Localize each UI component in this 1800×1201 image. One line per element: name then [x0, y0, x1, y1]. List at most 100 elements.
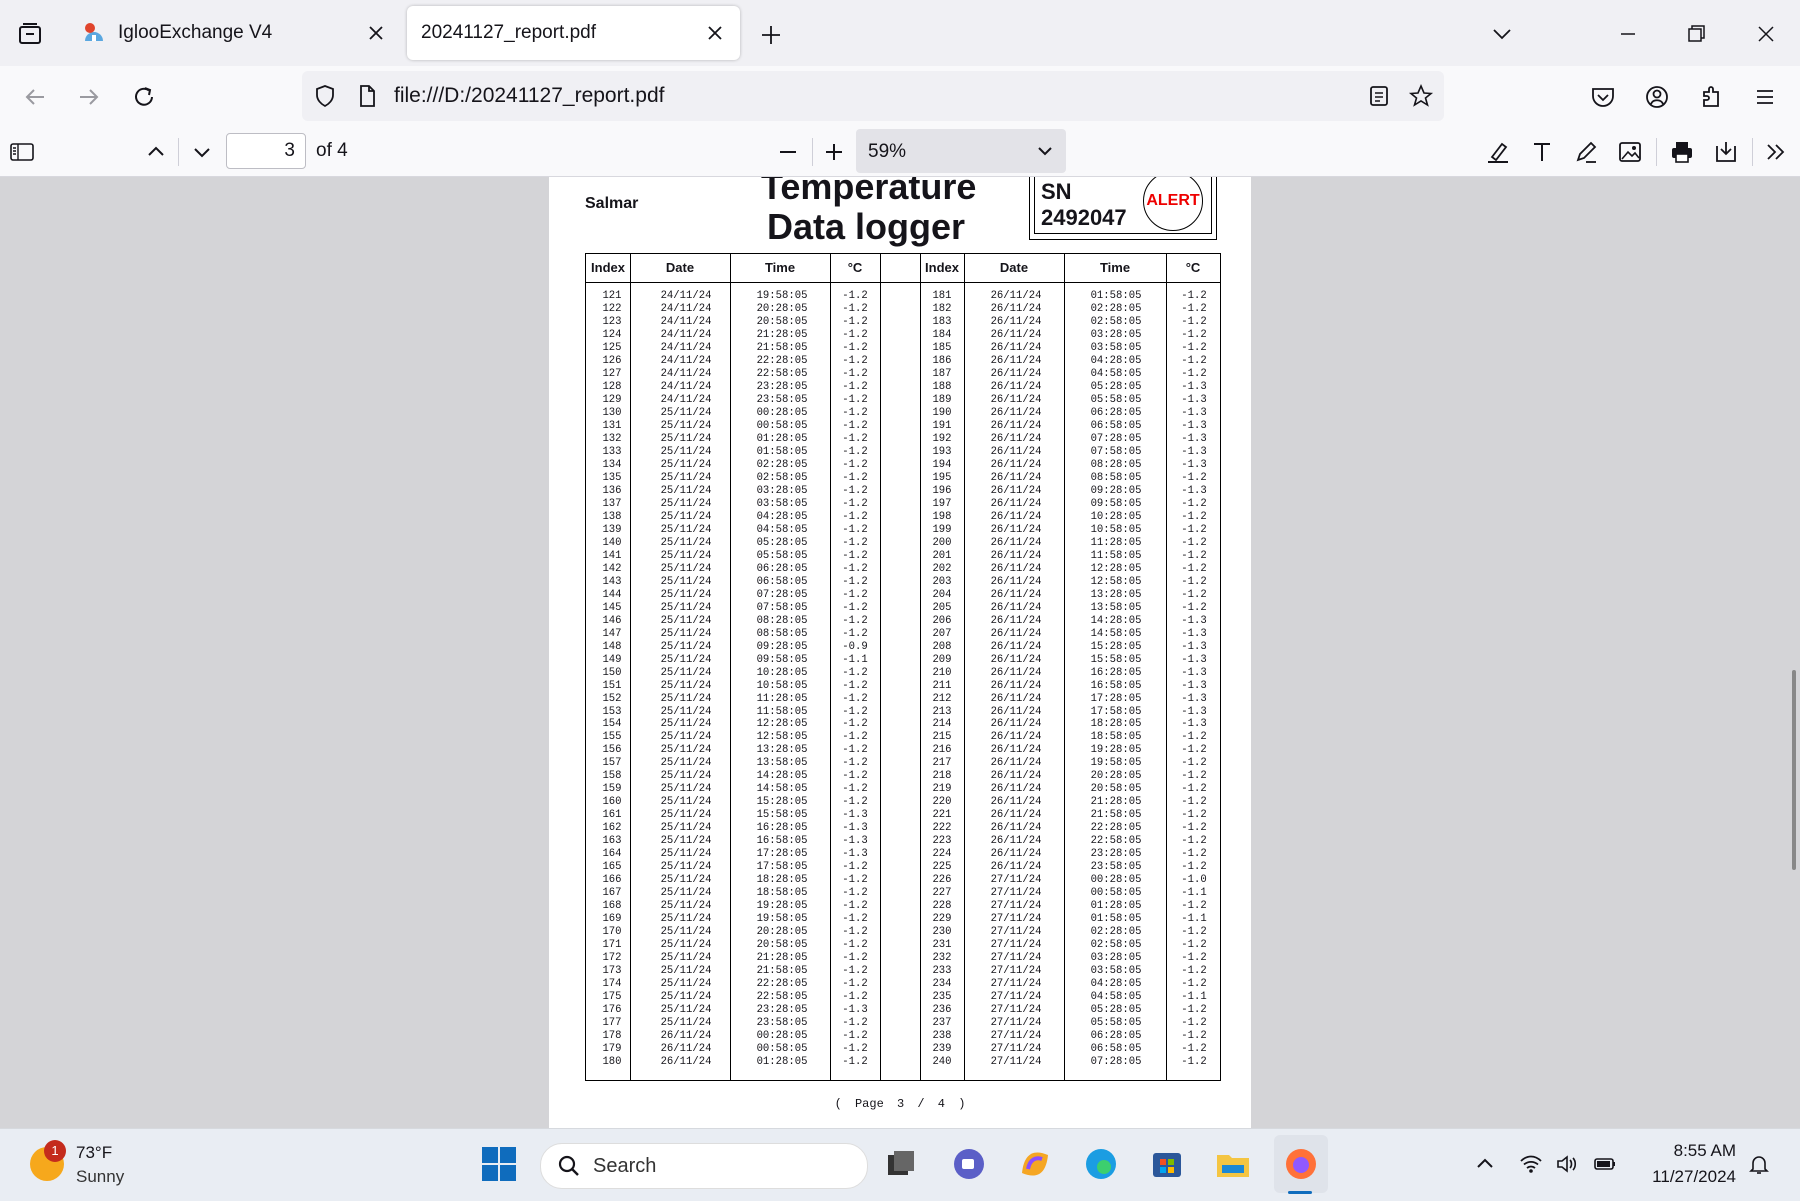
- file-explorer-icon[interactable]: [1212, 1143, 1254, 1185]
- minimize-icon[interactable]: [1612, 18, 1644, 50]
- list-all-tabs-icon[interactable]: [1486, 18, 1518, 50]
- serial-number-inner-box: SN 2492047 ALERT: [1034, 177, 1212, 234]
- draw-icon[interactable]: [1572, 138, 1600, 166]
- report-title: Temperature Data logger: [761, 177, 977, 247]
- col-index-right: 181 182 183 184 185 186 187 188 189 190 …: [932, 290, 952, 1069]
- header-date: Date: [665, 260, 695, 275]
- close-tab-icon[interactable]: [704, 22, 726, 44]
- column-divider: [964, 254, 965, 1080]
- col-index-left: 121 122 123 124 125 126 127 128 129 130 …: [602, 290, 622, 1069]
- close-tab-icon[interactable]: [365, 22, 387, 44]
- chevron-down-icon: [1038, 147, 1052, 156]
- header-celsius: °C: [1185, 260, 1201, 275]
- column-divider: [1166, 254, 1167, 1080]
- battery-icon[interactable]: [1592, 1151, 1618, 1177]
- col-time-left: 19:58:05 20:28:05 20:58:05 21:28:05 21:5…: [756, 290, 808, 1069]
- image-icon[interactable]: [1616, 138, 1644, 166]
- col-date-right: 26/11/24 26/11/24 26/11/24 26/11/24 26/1…: [990, 290, 1042, 1069]
- new-tab-icon[interactable]: [756, 20, 786, 50]
- igloo-favicon-icon: [85, 23, 103, 41]
- data-table: Index Date Time °C Index Date Time °C 12…: [585, 253, 1221, 1081]
- page-number-input[interactable]: 3: [226, 133, 306, 169]
- zoom-out-icon[interactable]: [774, 138, 802, 166]
- toolbar-divider: [178, 138, 179, 166]
- taskbar: 1 73°F Sunny Search 8:55 AM 11/27/2024: [0, 1128, 1800, 1201]
- header-index: Index: [925, 260, 959, 275]
- sidebar-toggle-icon[interactable]: [8, 138, 36, 166]
- volume-icon[interactable]: [1554, 1151, 1580, 1177]
- tab-title: IglooExchange V4: [118, 22, 273, 43]
- tab-report-pdf[interactable]: 20241127_report.pdf: [407, 6, 740, 60]
- notification-badge: 1: [44, 1140, 66, 1162]
- header-index: Index: [591, 260, 625, 275]
- sn-label: SN: [1041, 179, 1072, 204]
- search-placeholder: Search: [593, 1155, 657, 1177]
- close-window-icon[interactable]: [1750, 18, 1782, 50]
- header-celsius: °C: [847, 260, 863, 275]
- bookmark-star-icon[interactable]: [1408, 83, 1434, 109]
- edge-icon[interactable]: [1080, 1143, 1122, 1185]
- navigation-bar: file:///D:/20241127_report.pdf: [0, 66, 1800, 129]
- url-text[interactable]: file:///D:/20241127_report.pdf: [394, 84, 664, 108]
- chevron-up-icon[interactable]: [1472, 1151, 1498, 1177]
- col-date-left: 24/11/24 24/11/24 24/11/24 24/11/24 24/1…: [660, 290, 712, 1069]
- report-title-line1: Temperature: [761, 177, 977, 207]
- tab-igloo[interactable]: IglooExchange V4: [68, 6, 401, 60]
- page-footer: ( Page 3 / 4 ): [834, 1097, 966, 1111]
- column-divider: [880, 254, 881, 1080]
- notification-bell-icon[interactable]: [1746, 1151, 1772, 1177]
- pdf-page: Salmar Temperature Data logger SN 249204…: [549, 177, 1251, 1128]
- copilot-icon[interactable]: [1014, 1143, 1056, 1185]
- alert-stamp: ALERT: [1143, 177, 1203, 231]
- reload-icon[interactable]: [127, 80, 161, 114]
- more-tools-icon[interactable]: [1762, 138, 1790, 166]
- company-name: Salmar: [585, 195, 639, 212]
- page-count-label: of 4: [316, 140, 348, 161]
- windows-start-icon[interactable]: [478, 1143, 520, 1185]
- header-date: Date: [999, 260, 1029, 275]
- account-icon[interactable]: [1640, 80, 1674, 114]
- header-divider: [586, 282, 1220, 283]
- save-download-icon[interactable]: [1712, 138, 1740, 166]
- toolbar-divider: [1752, 138, 1753, 166]
- report-title-line2: Data logger: [766, 206, 966, 247]
- zoom-select[interactable]: 59%: [856, 129, 1066, 173]
- pocket-icon[interactable]: [1586, 80, 1620, 114]
- reader-view-icon[interactable]: [1366, 83, 1392, 109]
- scrollbar-thumb[interactable]: [1792, 670, 1796, 870]
- toolbar-divider: [1656, 138, 1657, 166]
- weather-condition[interactable]: Sunny: [76, 1167, 124, 1187]
- task-view-icon[interactable]: [880, 1143, 922, 1185]
- zoom-in-icon[interactable]: [820, 138, 848, 166]
- teams-icon[interactable]: [948, 1143, 990, 1185]
- file-icon[interactable]: [354, 83, 380, 109]
- tab-list-icon[interactable]: [16, 20, 44, 48]
- url-bar[interactable]: file:///D:/20241127_report.pdf: [302, 71, 1444, 121]
- shield-icon[interactable]: [312, 83, 338, 109]
- pdf-toolbar: 3 of 4 59%: [0, 128, 1800, 177]
- previous-page-icon[interactable]: [142, 138, 170, 166]
- header-time: Time: [764, 260, 796, 275]
- forward-icon[interactable]: [72, 80, 106, 114]
- text-icon[interactable]: [1528, 138, 1556, 166]
- sn-value: 2492047: [1041, 205, 1127, 230]
- wifi-icon[interactable]: [1518, 1151, 1544, 1177]
- weather-temperature[interactable]: 73°F: [76, 1143, 112, 1163]
- highlight-icon[interactable]: [1484, 138, 1512, 166]
- clock-time[interactable]: 8:55 AM: [1620, 1141, 1736, 1161]
- zoom-value: 59%: [868, 141, 907, 162]
- clock-date[interactable]: 11/27/2024: [1620, 1167, 1736, 1187]
- pdf-viewer[interactable]: Salmar Temperature Data logger SN 249204…: [0, 177, 1800, 1128]
- menu-icon[interactable]: [1748, 80, 1782, 114]
- firefox-icon[interactable]: [1280, 1143, 1322, 1185]
- store-icon[interactable]: [1146, 1143, 1188, 1185]
- print-icon[interactable]: [1668, 138, 1696, 166]
- active-app-indicator: [1288, 1191, 1312, 1194]
- taskbar-search[interactable]: Search: [540, 1143, 868, 1189]
- extensions-icon[interactable]: [1694, 80, 1728, 114]
- col-temp-right: -1.2 -1.2 -1.2 -1.2 -1.2 -1.2 -1.2 -1.3 …: [1181, 290, 1207, 1069]
- back-icon[interactable]: [18, 80, 52, 114]
- restore-icon[interactable]: [1680, 18, 1712, 50]
- next-page-icon[interactable]: [188, 138, 216, 166]
- tab-title: 20241127_report.pdf: [421, 22, 597, 43]
